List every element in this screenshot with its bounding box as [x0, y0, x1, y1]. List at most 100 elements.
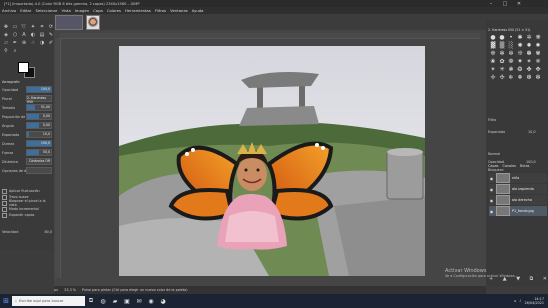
brush-icon[interactable]: ▓: [489, 42, 497, 49]
store-icon[interactable]: ▣: [121, 294, 133, 308]
menu-imagen[interactable]: Imagen: [73, 8, 91, 13]
fuzzy-select-icon[interactable]: ✦: [29, 23, 37, 30]
tool-option-row[interactable]: Opciones de dinámica: [2, 167, 52, 174]
tool-option-checkbox[interactable]: Expandir capas: [2, 212, 52, 218]
brush-icon[interactable]: ❉: [489, 50, 497, 57]
brush-icon[interactable]: ❋: [534, 34, 542, 41]
chrome-icon[interactable]: ◉: [145, 294, 157, 308]
tool-option-slider[interactable]: 0,00: [26, 113, 52, 120]
unit-select[interactable]: px: [54, 288, 58, 292]
menu-capa[interactable]: Capa: [91, 8, 105, 13]
checkbox-box[interactable]: [2, 188, 7, 194]
clock[interactable]: 14:17 26/04/2021: [524, 297, 544, 305]
brush-icon[interactable]: ❃: [507, 66, 515, 73]
taskbar-search[interactable]: ⌕ Escribe aquí para buscar: [12, 296, 85, 306]
tab-rutas[interactable]: Rutas: [520, 164, 530, 168]
zoom-icon[interactable]: ⌕: [11, 47, 19, 54]
brush-icon[interactable]: ❆: [525, 74, 533, 81]
tool-option-row[interactable]: Tamaño 51,00: [2, 104, 52, 111]
brush-icon[interactable]: ❊: [516, 50, 524, 57]
canvas-image[interactable]: [119, 46, 425, 276]
brush-icon[interactable]: ✤: [525, 66, 533, 73]
brush-icon[interactable]: ✸: [534, 42, 542, 49]
brush-icon[interactable]: ❀: [489, 58, 497, 65]
brush-icon[interactable]: ✹: [525, 42, 533, 49]
airbrush-icon[interactable]: ✒: [11, 39, 19, 46]
brush-icon[interactable]: ✣: [498, 74, 506, 81]
tool-option-slider[interactable]: 0,00: [26, 122, 52, 129]
menu-archivo[interactable]: Archivo: [0, 8, 18, 13]
menu-ventanas[interactable]: Ventanas: [168, 8, 190, 13]
brush-icon[interactable]: ✽: [525, 50, 533, 57]
bucket-fill-icon[interactable]: ◐: [29, 31, 37, 38]
eye-icon[interactable]: ◉: [489, 187, 494, 192]
delete-layer-icon[interactable]: ✕: [543, 276, 547, 282]
tool-option-row[interactable]: Dureza 100,0: [2, 140, 52, 147]
crop-icon[interactable]: ⌗: [38, 23, 46, 30]
tool-option-slider[interactable]: 100,0: [26, 86, 52, 93]
duplicate-layer-icon[interactable]: ⧉: [530, 276, 534, 282]
gradient-icon[interactable]: ▤: [38, 31, 46, 38]
tool-option-slider[interactable]: [26, 167, 52, 174]
layer-opacity-value[interactable]: 100,0: [526, 160, 536, 164]
clone-icon[interactable]: ⊕: [20, 39, 28, 46]
color-picker-icon[interactable]: ⚲: [2, 47, 10, 54]
brush-icon[interactable]: ✶: [525, 58, 533, 65]
color-swatches[interactable]: [18, 62, 36, 78]
volume-icon[interactable]: ♪: [519, 299, 521, 303]
tool-option-slider[interactable]: 2. Hardness 050: [26, 95, 52, 104]
eraser-icon[interactable]: ▱: [2, 39, 10, 46]
eye-icon[interactable]: ◉: [489, 176, 494, 181]
tab-canales[interactable]: Canales: [502, 164, 515, 168]
text-tool-icon[interactable]: A: [20, 31, 28, 38]
cage-icon[interactable]: ⬡: [11, 31, 19, 38]
brush-icon[interactable]: ✼: [507, 50, 515, 57]
brush-icon[interactable]: ●: [498, 34, 506, 41]
brush-icon[interactable]: ✷: [516, 58, 524, 65]
tool-option-row[interactable]: Opacidad 100,0: [2, 86, 52, 93]
brush-icon[interactable]: ✳: [498, 66, 506, 73]
layer-row[interactable]: ◉ niña: [489, 173, 547, 183]
image-tab-thumbnail[interactable]: [86, 14, 100, 30]
layer-row[interactable]: ◉ P1_fondo.jpg: [489, 206, 547, 216]
windows-start-icon[interactable]: ⊞: [0, 294, 12, 308]
brush-icon[interactable]: •: [507, 34, 515, 41]
brush-icon[interactable]: ●: [489, 34, 497, 41]
layer-mode-select[interactable]: Normal: [488, 152, 500, 156]
tool-option-row[interactable]: Espaciado 10,0: [2, 131, 52, 138]
brush-icon[interactable]: ✢: [489, 74, 497, 81]
brush-icon[interactable]: ✱: [516, 34, 524, 41]
menu-seleccionar[interactable]: Seleccionar: [33, 8, 59, 13]
layer-row[interactable]: ◉ ala izquierda: [489, 184, 547, 194]
checkbox-box[interactable]: [2, 194, 7, 200]
tool-option-slider[interactable]: Dinámica Off: [26, 158, 52, 165]
zoom-select[interactable]: 33,3 %: [64, 288, 76, 292]
brush-icon[interactable]: ✥: [534, 66, 542, 73]
eye-icon[interactable]: ◉: [489, 198, 494, 203]
file-explorer-icon[interactable]: ▰: [109, 294, 121, 308]
brush-icon[interactable]: ✵: [534, 58, 542, 65]
tool-option-row[interactable]: Ángulo 0,00: [2, 122, 52, 129]
brush-spacing-value[interactable]: 10,0: [528, 130, 536, 134]
checkbox-box[interactable]: [2, 200, 7, 206]
checkbox-box[interactable]: [2, 212, 7, 218]
brush-icon[interactable]: ✿: [498, 58, 506, 65]
brush-filter-label[interactable]: Filtro: [488, 118, 496, 122]
task-view-icon[interactable]: ⧉: [85, 294, 97, 308]
checkbox-box[interactable]: [2, 206, 7, 212]
layer-row[interactable]: ◉ ala derecha: [489, 195, 547, 205]
menu-colores[interactable]: Colores: [105, 8, 123, 13]
rotate-icon[interactable]: ⟳: [47, 23, 55, 30]
dodge-icon[interactable]: ◑: [38, 39, 46, 46]
menu-editar[interactable]: Editar: [18, 8, 33, 13]
brush-icon[interactable]: ✺: [516, 42, 524, 49]
tool-option-row[interactable]: Fuerza 50,0: [2, 149, 52, 156]
tool-option-slider[interactable]: 10,0: [26, 131, 52, 138]
brush-icon[interactable]: ▒: [498, 42, 506, 49]
tool-option-row[interactable]: Dinámica Dinámica Off: [2, 158, 52, 165]
edge-icon[interactable]: ◍: [97, 294, 109, 308]
lower-layer-icon[interactable]: ▼: [516, 276, 520, 282]
brush-icon[interactable]: ✲: [525, 34, 533, 41]
tool-option-row[interactable]: Proporción de a... 0,00: [2, 113, 52, 120]
brush-icon[interactable]: ✾: [534, 50, 542, 57]
